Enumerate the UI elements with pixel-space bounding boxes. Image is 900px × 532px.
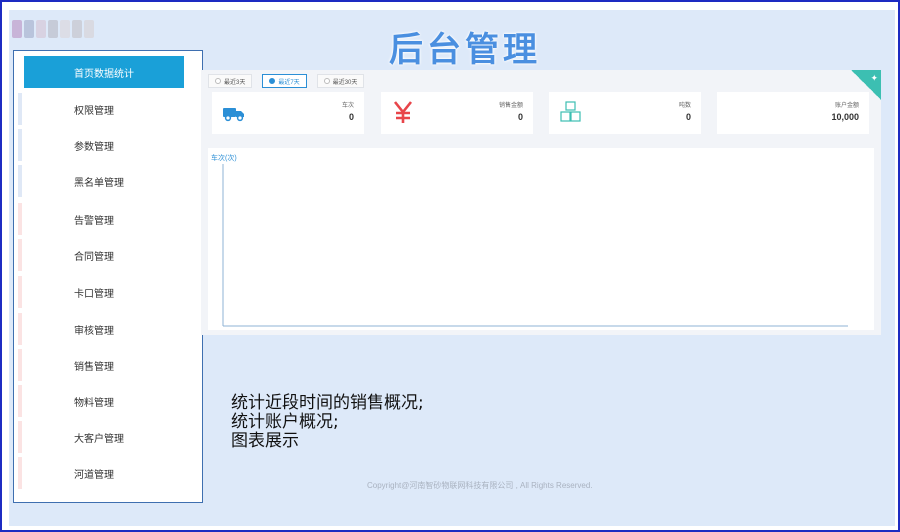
range-option[interactable]: 最近3天 (208, 74, 253, 88)
stat-card: 车次 0 (212, 92, 364, 134)
sidebar-item-stripe (18, 165, 22, 197)
range-option[interactable]: 最近30天 (316, 74, 365, 88)
account-icon (727, 100, 751, 124)
window-frame: 后台管理 首页数据统计 权限管理参数管理黑名单管理告警管理合同管理卡口管理审核管理… (0, 0, 900, 532)
sidebar-item-label: 审核管理 (74, 325, 114, 337)
sidebar-item-stripe (18, 239, 22, 271)
sidebar-item-label: 大客户管理 (74, 433, 124, 445)
sidebar-item[interactable]: 河道管理 (18, 457, 184, 489)
stat-value: 0 (348, 112, 354, 122)
sidebar-item-label: 卡口管理 (74, 288, 114, 300)
sidebar-item[interactable]: 合同管理 (18, 239, 184, 271)
chart-svg (222, 164, 848, 327)
sidebar-item-label: 销售管理 (74, 361, 114, 373)
sidebar-item-stripe (18, 313, 22, 345)
description-line: 统计近段时间的销售概况; (231, 393, 424, 413)
stat-label: 吨数 (678, 103, 691, 109)
range-option[interactable]: 最近7天 (262, 74, 307, 88)
sidebar-item-stripe (18, 93, 22, 125)
truck-icon (222, 100, 246, 124)
pin-icon: ✦ (870, 73, 878, 83)
radio-icon (269, 78, 276, 84)
stat-card: 销售金额 0 (381, 92, 533, 134)
stat-card: 吨数 0 (549, 92, 701, 134)
sidebar-item[interactable]: 权限管理 (18, 93, 184, 125)
sidebar-item[interactable]: 参数管理 (18, 129, 184, 161)
dashboard-main: 最近3天 最近7天 最近30天 ✦ 车次 0 销售金额 0 吨数 0 账户金额 10,000 车次… (201, 70, 881, 335)
sidebar-item[interactable]: 首页数据统计 (24, 56, 184, 88)
blurred-logo (12, 16, 100, 42)
range-option-label: 最近30天 (332, 79, 358, 86)
yen-icon (391, 100, 415, 124)
copyright-footer: Copyright@河南智砂物联网科技有限公司 , All Rights Res… (367, 481, 593, 490)
page-title: 后台管理 (389, 30, 541, 70)
sidebar: 首页数据统计 权限管理参数管理黑名单管理告警管理合同管理卡口管理审核管理销售管理物… (13, 50, 203, 503)
sidebar-item-stripe (18, 129, 22, 161)
sidebar-item-stripe (18, 349, 22, 381)
stat-value: 0 (517, 112, 523, 122)
boxes-icon (559, 100, 583, 124)
stat-value: 0 (685, 112, 691, 122)
sidebar-item-stripe (18, 385, 22, 417)
description-line: 图表展示 (231, 431, 299, 451)
radio-icon (323, 78, 330, 84)
sidebar-item[interactable]: 审核管理 (18, 313, 184, 345)
sidebar-item-stripe (18, 276, 22, 308)
stat-label: 销售金额 (498, 103, 523, 109)
sidebar-item-label: 权限管理 (74, 105, 114, 117)
date-range-selector: 最近3天 最近7天 最近30天 (208, 74, 365, 88)
chart-panel: 车次(次) (208, 148, 874, 330)
sidebar-item-label: 参数管理 (74, 141, 114, 153)
sidebar-item[interactable]: 销售管理 (18, 349, 184, 381)
description-line: 统计账户概况; (231, 412, 339, 432)
sidebar-item-label: 告警管理 (74, 215, 114, 227)
sidebar-item-stripe (18, 457, 22, 489)
sidebar-item-label: 河道管理 (74, 469, 114, 481)
sidebar-item[interactable]: 物料管理 (18, 385, 184, 417)
feature-description: 统计近段时间的销售概况; 统计账户概况; 图表展示 (231, 394, 424, 451)
sidebar-item[interactable]: 告警管理 (18, 203, 184, 235)
stat-value: 10,000 (831, 112, 859, 122)
page-canvas: 后台管理 首页数据统计 权限管理参数管理黑名单管理告警管理合同管理卡口管理审核管理… (9, 10, 895, 526)
sidebar-item-label: 首页数据统计 (74, 68, 134, 80)
sidebar-item-stripe (18, 421, 22, 453)
sidebar-item-label: 黑名单管理 (74, 177, 124, 189)
stat-label: 车次 (341, 103, 354, 109)
sidebar-item-label: 合同管理 (74, 251, 114, 263)
stat-card: 账户金额 10,000 (717, 92, 869, 134)
stat-label: 账户金额 (834, 103, 859, 109)
range-option-label: 最近3天 (224, 79, 246, 86)
sidebar-item[interactable]: 卡口管理 (18, 276, 184, 308)
sidebar-item-label: 物料管理 (74, 397, 114, 409)
sidebar-item-stripe (18, 203, 22, 235)
sidebar-item[interactable]: 大客户管理 (18, 421, 184, 453)
sidebar-item[interactable]: 黑名单管理 (18, 165, 184, 197)
range-option-label: 最近7天 (278, 79, 300, 86)
radio-icon (215, 78, 221, 84)
